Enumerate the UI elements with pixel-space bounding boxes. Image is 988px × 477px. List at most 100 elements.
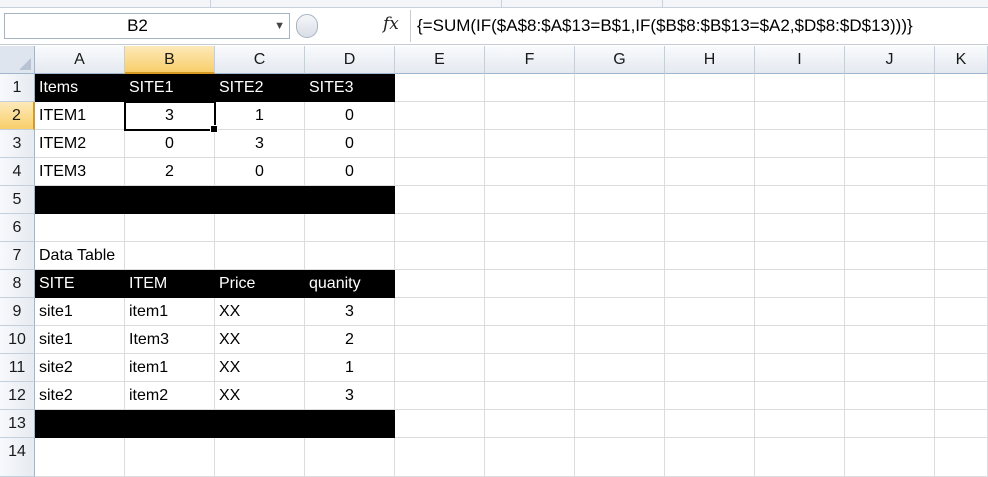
cell[interactable] [575, 382, 665, 410]
cell[interactable] [845, 242, 935, 270]
cell-a11[interactable]: site2 [35, 354, 125, 382]
cell[interactable] [935, 130, 988, 158]
select-all-button[interactable] [0, 46, 35, 74]
cell[interactable] [575, 410, 665, 438]
cell-d10[interactable]: 2 [305, 326, 395, 354]
cell[interactable] [485, 298, 575, 326]
cell[interactable] [305, 242, 395, 270]
insert-function-icon[interactable]: fx [383, 14, 399, 34]
cell[interactable] [935, 438, 988, 477]
column-header-f[interactable]: F [485, 46, 575, 74]
cell[interactable] [485, 158, 575, 186]
cell[interactable] [755, 438, 845, 477]
row-header-5[interactable]: 5 [0, 186, 35, 214]
cell[interactable] [665, 186, 755, 214]
cell[interactable] [845, 158, 935, 186]
cell[interactable] [845, 410, 935, 438]
cell-c12[interactable]: XX [215, 382, 305, 410]
cell-a3[interactable]: ITEM2 [35, 130, 125, 158]
cell-b8[interactable]: ITEM [125, 270, 215, 298]
formula-bar-resize-handle[interactable] [296, 14, 318, 38]
cell[interactable] [935, 158, 988, 186]
row-header-3[interactable]: 3 [0, 130, 35, 158]
row-header-6[interactable]: 6 [0, 214, 35, 242]
cell[interactable] [215, 214, 305, 242]
cell[interactable] [845, 214, 935, 242]
cell[interactable] [665, 130, 755, 158]
cell[interactable] [215, 438, 305, 477]
cell-d12[interactable]: 3 [305, 382, 395, 410]
cell-d11[interactable]: 1 [305, 354, 395, 382]
cell[interactable] [935, 102, 988, 130]
cell[interactable] [395, 382, 485, 410]
row-header-2[interactable]: 2 [0, 102, 35, 130]
cell[interactable] [845, 186, 935, 214]
cell-c9[interactable]: XX [215, 298, 305, 326]
cell[interactable] [485, 326, 575, 354]
cell[interactable] [575, 354, 665, 382]
name-box[interactable]: B2 ▼ [4, 13, 290, 39]
row-header-11[interactable]: 11 [0, 354, 35, 382]
cell[interactable] [845, 270, 935, 298]
cell[interactable] [485, 438, 575, 477]
cell[interactable] [125, 214, 215, 242]
cell[interactable] [935, 354, 988, 382]
cell[interactable] [35, 214, 125, 242]
cell[interactable] [485, 270, 575, 298]
cell[interactable] [755, 158, 845, 186]
cell[interactable] [935, 74, 988, 102]
column-header-k[interactable]: K [935, 46, 988, 74]
row-header-7[interactable]: 7 [0, 242, 35, 270]
cell[interactable] [575, 326, 665, 354]
cell[interactable] [575, 270, 665, 298]
cell-a8[interactable]: SITE [35, 270, 125, 298]
cell-c11[interactable]: XX [215, 354, 305, 382]
cell[interactable] [485, 214, 575, 242]
cell[interactable] [665, 270, 755, 298]
cell[interactable] [125, 438, 215, 477]
cell[interactable] [665, 298, 755, 326]
cell[interactable] [755, 102, 845, 130]
cell[interactable] [665, 158, 755, 186]
cell-a2[interactable]: ITEM1 [35, 102, 125, 130]
cell[interactable] [575, 74, 665, 102]
cell[interactable] [395, 270, 485, 298]
cell[interactable] [845, 74, 935, 102]
cell[interactable] [755, 326, 845, 354]
cell[interactable] [755, 186, 845, 214]
cell[interactable] [665, 326, 755, 354]
cell[interactable] [35, 438, 125, 477]
cell[interactable] [575, 214, 665, 242]
cell[interactable] [665, 410, 755, 438]
black-band[interactable] [35, 410, 395, 438]
cell[interactable] [665, 382, 755, 410]
cell[interactable] [935, 270, 988, 298]
column-header-b[interactable]: B [125, 46, 215, 74]
cell[interactable] [665, 354, 755, 382]
cell-d8[interactable]: quanity [305, 270, 395, 298]
cell[interactable] [395, 102, 485, 130]
cell-b2[interactable]: 3 [125, 102, 215, 130]
cell[interactable] [755, 130, 845, 158]
cell[interactable] [935, 326, 988, 354]
cell[interactable] [665, 242, 755, 270]
row-header-10[interactable]: 10 [0, 326, 35, 354]
cell-c8[interactable]: Price [215, 270, 305, 298]
cell[interactable] [395, 438, 485, 477]
chevron-down-icon[interactable]: ▼ [274, 14, 285, 38]
cell[interactable] [395, 326, 485, 354]
cell[interactable] [485, 410, 575, 438]
column-header-j[interactable]: J [845, 46, 935, 74]
cell[interactable] [575, 102, 665, 130]
cell[interactable] [755, 298, 845, 326]
cell[interactable] [395, 74, 485, 102]
cell[interactable] [935, 214, 988, 242]
cell[interactable] [485, 102, 575, 130]
column-header-c[interactable]: C [215, 46, 305, 74]
cell[interactable] [575, 438, 665, 477]
cell[interactable] [755, 74, 845, 102]
cell[interactable] [395, 298, 485, 326]
cell-a7[interactable]: Data Table [35, 242, 215, 270]
cell[interactable] [755, 354, 845, 382]
cell-c4[interactable]: 0 [215, 158, 305, 186]
